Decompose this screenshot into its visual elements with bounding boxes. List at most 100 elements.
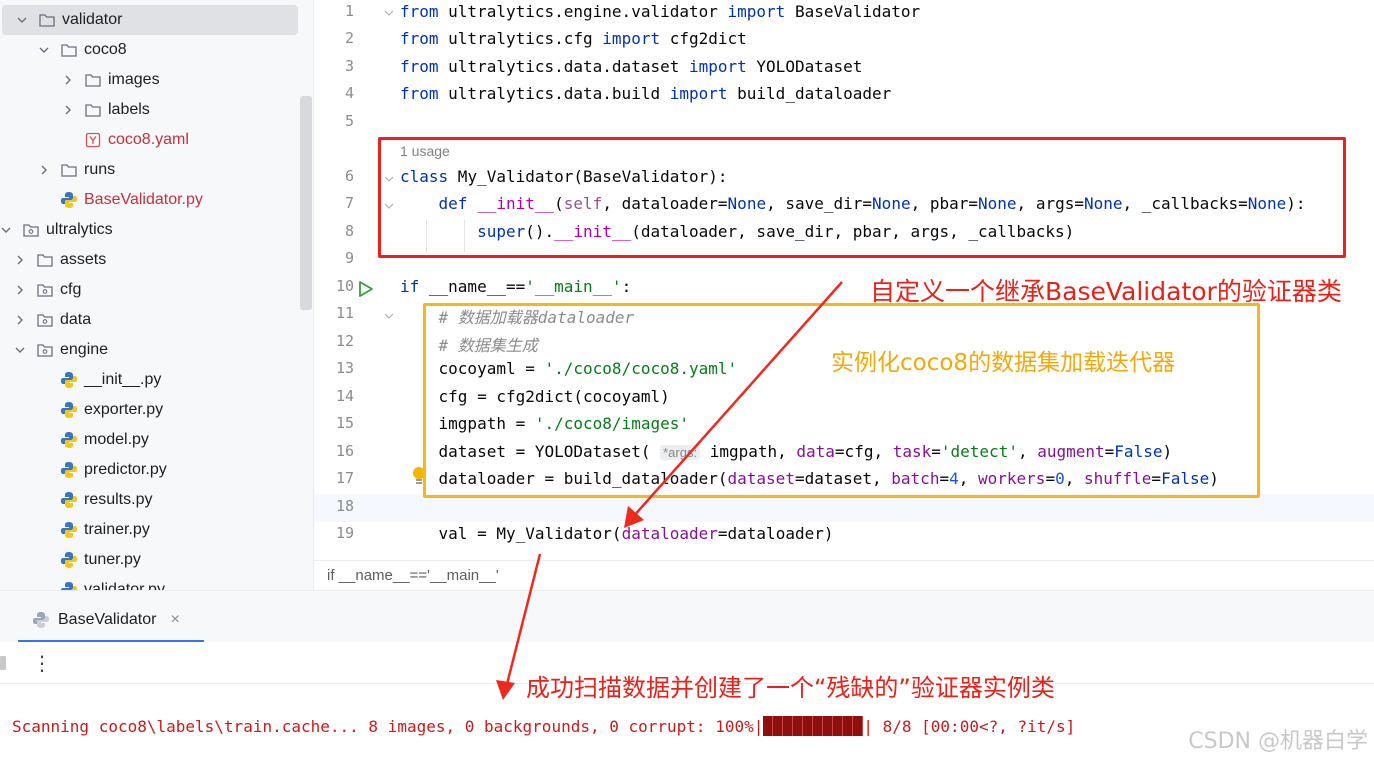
chevron-down-icon[interactable] (14, 344, 26, 356)
tree-item-runs[interactable]: runs (0, 155, 300, 185)
line-number: 14 (335, 387, 354, 405)
close-icon[interactable]: × (170, 611, 179, 629)
tree-item-trainer-py[interactable]: trainer.py (0, 515, 300, 545)
console-annotation-text: 成功扫描数据并创建了一个“残缺的”验证器实例类 (526, 674, 1055, 702)
chevron-right-icon[interactable] (14, 254, 26, 266)
code-line[interactable]: from ultralytics.data.dataset import YOL… (400, 57, 862, 76)
python-file-icon (60, 401, 78, 419)
code-token: ultralytics.data.dataset (438, 57, 689, 76)
tree-item--init-py[interactable]: __init__.py (0, 365, 300, 395)
tree-item-label: predictor.py (84, 461, 167, 478)
code-token: BaseValidator (785, 2, 921, 21)
code-token: val = My_Validator( (400, 524, 622, 543)
yellow-annotation-text: 实例化coco8的数据集加载迭代器 (831, 350, 1176, 376)
code-token: ultralytics.data.build (438, 84, 670, 103)
line-number: 4 (344, 84, 354, 102)
tree-item-basevalidator-py[interactable]: BaseValidator.py (0, 185, 300, 215)
fold-marker-icon[interactable] (384, 311, 394, 321)
tree-item-validator-py[interactable]: validator.py (0, 575, 300, 590)
tree-item-data[interactable]: data (0, 305, 300, 335)
code-line[interactable]: val = My_Validator(dataloader=dataloader… (400, 524, 834, 543)
tree-item-model-py[interactable]: model.py (0, 425, 300, 455)
tree-item-predictor-py[interactable]: predictor.py (0, 455, 300, 485)
tree-item-tuner-py[interactable]: tuner.py (0, 545, 300, 575)
yaml-file-icon (84, 131, 102, 149)
line-number: 2 (344, 29, 354, 47)
tree-item-ultralytics[interactable]: ultralytics (0, 215, 300, 245)
code-line[interactable]: if __name__=='__main__': (400, 277, 631, 296)
chevron-right-icon[interactable] (62, 74, 74, 86)
tree-item-validator[interactable]: validator (2, 5, 298, 35)
console-progress-text: | 8/8 [00:00<?, ?it/s] (863, 717, 1076, 736)
tree-item-cfg[interactable]: cfg (0, 275, 300, 305)
run-tab-label: BaseValidator (58, 610, 157, 628)
line-number: 9 (344, 249, 354, 267)
line-number: 16 (335, 442, 354, 460)
tree-item-label: images (108, 71, 160, 88)
run-gutter-icon[interactable] (358, 280, 374, 298)
python-file-icon (60, 521, 78, 539)
line-number: 5 (344, 112, 354, 130)
tree-item-label: model.py (84, 431, 149, 448)
chevron-down-icon[interactable] (38, 44, 50, 56)
code-token: ultralytics.cfg (438, 29, 603, 48)
folder-icon (38, 11, 56, 29)
tree-item-coco8-yaml[interactable]: coco8.yaml (0, 125, 300, 155)
python-file-icon (60, 461, 78, 479)
tree-item-label: validator (62, 11, 123, 28)
tree-item-results-py[interactable]: results.py (0, 485, 300, 515)
run-tab-basevalidator[interactable]: BaseValidator × (18, 599, 204, 643)
tree-scrollbar[interactable] (300, 96, 312, 310)
line-number: 3 (344, 57, 354, 75)
chevron-right-icon[interactable] (14, 314, 26, 326)
code-token: '__main__' (525, 277, 622, 296)
package-folder-icon (36, 281, 54, 299)
red-annotation-text: 自定义一个继承BaseValidator的验证器类 (870, 277, 1342, 306)
chevron-down-icon[interactable] (16, 14, 28, 26)
editor-breadcrumb[interactable]: if __name__=='__main__' (314, 560, 1374, 590)
tree-item-engine[interactable]: engine (0, 335, 300, 365)
code-token: YOLODataset (746, 57, 863, 76)
line-number: 17 (335, 469, 354, 487)
python-file-icon (60, 191, 78, 209)
fold-marker-icon[interactable] (384, 8, 394, 18)
tree-item-label: trainer.py (84, 521, 150, 538)
folder-icon (60, 41, 78, 59)
chevron-right-icon[interactable] (38, 164, 50, 176)
folder-icon (36, 251, 54, 269)
tree-item-label: tuner.py (84, 551, 141, 568)
line-number: 10 (335, 277, 354, 295)
tree-item-coco8[interactable]: coco8 (0, 35, 300, 65)
tree-item-label: coco8 (84, 41, 127, 58)
code-token: import (669, 84, 728, 103)
chevron-right-icon[interactable] (14, 284, 26, 296)
line-number: 6 (344, 167, 354, 185)
watermark: CSDN @机器白学 (1188, 729, 1368, 754)
code-token: from (400, 57, 439, 76)
python-file-icon (60, 431, 78, 449)
tree-item-exporter-py[interactable]: exporter.py (0, 395, 300, 425)
code-line[interactable]: from ultralytics.data.build import build… (400, 84, 891, 103)
code-line[interactable]: from ultralytics.engine.validator import… (400, 2, 920, 21)
console-text: Scanning coco8\labels\train.cache... 8 i… (12, 717, 764, 736)
chevron-down-icon[interactable] (0, 224, 12, 236)
console-line: Scanning coco8\labels\train.cache... 8 i… (12, 716, 1075, 736)
line-number: 18 (335, 497, 354, 515)
tree-item-labels[interactable]: labels (0, 95, 300, 125)
chevron-right-icon[interactable] (62, 104, 74, 116)
more-options-icon[interactable]: ⋮ (32, 651, 52, 676)
tree-item-label: labels (108, 101, 150, 118)
line-number: 15 (335, 414, 354, 432)
code-token: import (688, 57, 747, 76)
code-token: import (727, 2, 786, 21)
tree-item-images[interactable]: images (0, 65, 300, 95)
stop-icon[interactable] (0, 656, 6, 670)
code-line[interactable]: from ultralytics.cfg import cfg2dict (400, 29, 747, 48)
tree-item-assets[interactable]: assets (0, 245, 300, 275)
tree-item-label: runs (84, 161, 116, 178)
package-folder-icon (36, 341, 54, 359)
